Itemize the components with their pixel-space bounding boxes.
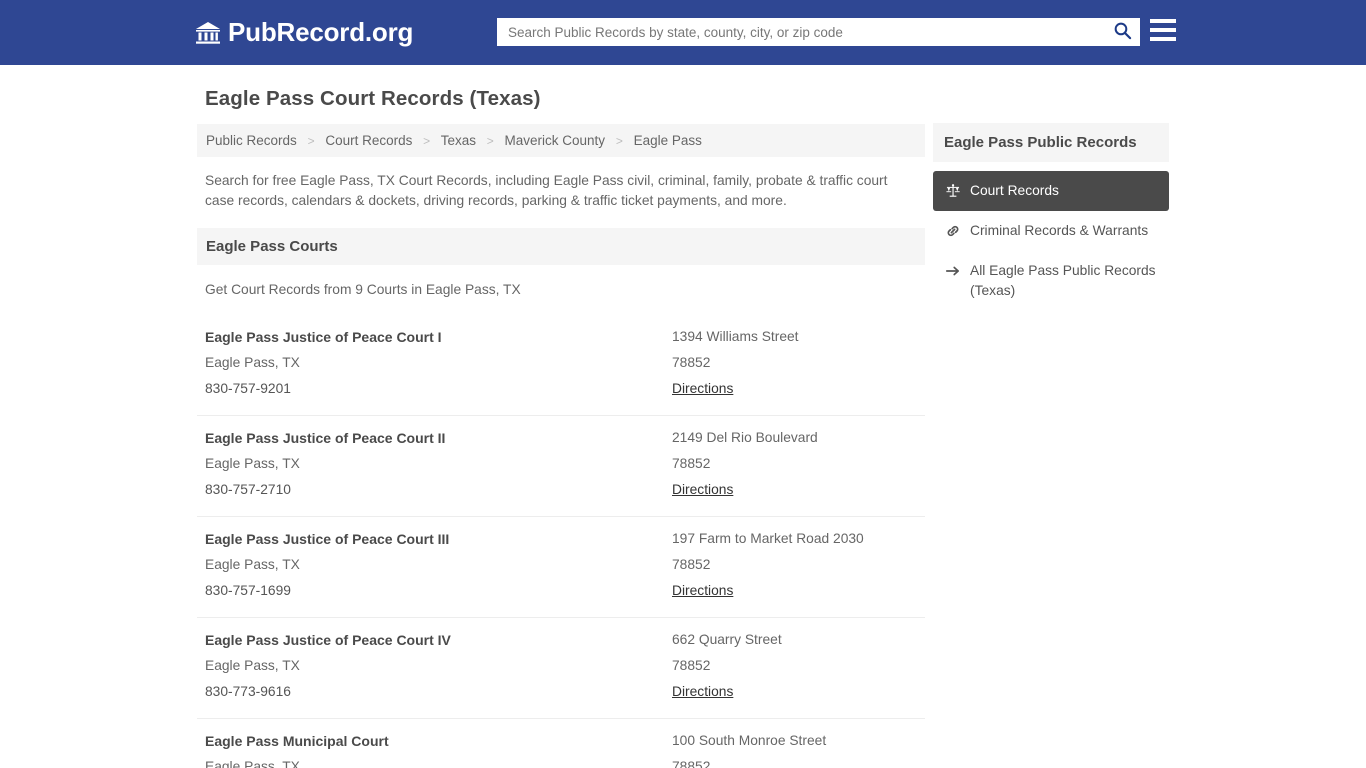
site-logo-text: PubRecord.org: [228, 17, 414, 47]
main-content: Eagle Pass Court Records (Texas) Public …: [197, 87, 925, 768]
court-info-column: Eagle Pass Municipal Court Eagle Pass, T…: [205, 728, 672, 768]
court-address: 197 Farm to Market Road 2030: [672, 531, 864, 546]
table-row: Eagle Pass Municipal Court Eagle Pass, T…: [197, 719, 925, 768]
search-button[interactable]: [1105, 19, 1139, 45]
arrow-right-icon: [944, 262, 961, 279]
hamburger-menu-icon[interactable]: [1150, 19, 1176, 41]
court-city: Eagle Pass, TX: [205, 658, 300, 673]
court-zip: 78852: [672, 355, 711, 370]
breadcrumb-item-texas[interactable]: Texas: [441, 133, 476, 148]
court-info-column: Eagle Pass Justice of Peace Court II Eag…: [205, 425, 672, 503]
sidebar: Eagle Pass Public Records Court Records …: [933, 123, 1169, 311]
breadcrumb-item-court-records[interactable]: Court Records: [325, 133, 412, 148]
court-address: 1394 Williams Street: [672, 329, 799, 344]
scales-of-justice-icon: [944, 182, 961, 199]
table-row: Eagle Pass Justice of Peace Court III Ea…: [197, 517, 925, 618]
table-row: Eagle Pass Justice of Peace Court I Eagl…: [197, 315, 925, 416]
court-zip: 78852: [672, 658, 711, 673]
breadcrumb-item-eagle-pass: Eagle Pass: [633, 133, 702, 148]
court-zip: 78852: [672, 759, 711, 768]
search-input[interactable]: [498, 19, 1105, 45]
sidebar-item-label: Court Records: [970, 183, 1059, 198]
court-info-column: Eagle Pass Justice of Peace Court IV Eag…: [205, 627, 672, 705]
court-name: Eagle Pass Justice of Peace Court III: [205, 531, 450, 547]
court-phone: 830-757-1699: [205, 583, 291, 598]
directions-link[interactable]: Directions: [672, 477, 733, 503]
court-info-column: Eagle Pass Justice of Peace Court III Ea…: [205, 526, 672, 604]
court-name: Eagle Pass Justice of Peace Court I: [205, 329, 442, 345]
court-name: Eagle Pass Justice of Peace Court IV: [205, 632, 451, 648]
court-address-column: 2149 Del Rio Boulevard 78852 Directions: [672, 425, 925, 503]
site-logo-link[interactable]: PubRecord.org: [195, 17, 413, 48]
table-row: Eagle Pass Justice of Peace Court II Eag…: [197, 416, 925, 517]
sidebar-item-all-public-records[interactable]: All Eagle Pass Public Records (Texas): [933, 251, 1169, 311]
sidebar-title: Eagle Pass Public Records: [933, 123, 1169, 162]
breadcrumb-separator: >: [307, 134, 315, 148]
court-name: Eagle Pass Justice of Peace Court II: [205, 430, 446, 446]
court-phone: 830-757-9201: [205, 381, 291, 396]
bank-icon: [195, 21, 221, 45]
sidebar-item-court-records[interactable]: Court Records: [933, 171, 1169, 211]
court-address-column: 662 Quarry Street 78852 Directions: [672, 627, 925, 705]
hamburger-bar: [1150, 37, 1176, 41]
chain-link-icon: [944, 222, 961, 239]
court-phone: 830-757-2710: [205, 482, 291, 497]
sidebar-item-criminal-records-warrants[interactable]: Criminal Records & Warrants: [933, 211, 1169, 251]
court-address-column: 100 South Monroe Street 78852 Directions: [672, 728, 925, 768]
court-address: 662 Quarry Street: [672, 632, 782, 647]
sidebar-list: Court Records Criminal Records & Warrant…: [933, 171, 1169, 311]
court-zip: 78852: [672, 456, 711, 471]
court-address-column: 1394 Williams Street 78852 Directions: [672, 324, 925, 402]
directions-link[interactable]: Directions: [672, 679, 733, 705]
directions-link[interactable]: Directions: [672, 376, 733, 402]
court-address: 100 South Monroe Street: [672, 733, 827, 748]
directions-link[interactable]: Directions: [672, 578, 733, 604]
page-title: Eagle Pass Court Records (Texas): [205, 87, 541, 110]
court-info-column: Eagle Pass Justice of Peace Court I Eagl…: [205, 324, 672, 402]
breadcrumb-separator: >: [615, 134, 623, 148]
breadcrumb: Public Records > Court Records > Texas >…: [197, 124, 925, 157]
court-address-column: 197 Farm to Market Road 2030 78852 Direc…: [672, 526, 925, 604]
sidebar-item-label: Criminal Records & Warrants: [970, 223, 1149, 238]
search-bar[interactable]: [497, 18, 1140, 46]
sidebar-item-label: All Eagle Pass Public Records (Texas): [970, 263, 1156, 298]
hamburger-bar: [1150, 28, 1176, 32]
court-city: Eagle Pass, TX: [205, 456, 300, 471]
breadcrumb-item-public-records[interactable]: Public Records: [206, 133, 297, 148]
breadcrumb-item-maverick-county[interactable]: Maverick County: [505, 133, 606, 148]
court-city: Eagle Pass, TX: [205, 759, 300, 768]
breadcrumb-separator: >: [486, 134, 494, 148]
court-list: Eagle Pass Justice of Peace Court I Eagl…: [197, 315, 925, 768]
search-icon: [1113, 21, 1132, 43]
court-city: Eagle Pass, TX: [205, 355, 300, 370]
court-phone: 830-773-9616: [205, 684, 291, 699]
hamburger-bar: [1150, 19, 1176, 23]
court-address: 2149 Del Rio Boulevard: [672, 430, 818, 445]
table-row: Eagle Pass Justice of Peace Court IV Eag…: [197, 618, 925, 719]
court-zip: 78852: [672, 557, 711, 572]
breadcrumb-separator: >: [423, 134, 431, 148]
section-subtitle: Get Court Records from 9 Courts in Eagle…: [205, 282, 521, 297]
court-name: Eagle Pass Municipal Court: [205, 733, 389, 749]
court-city: Eagle Pass, TX: [205, 557, 300, 572]
top-navigation-bar: PubRecord.org: [0, 0, 1366, 65]
page-description: Search for free Eagle Pass, TX Court Rec…: [205, 173, 888, 208]
section-header-eagle-pass-courts: Eagle Pass Courts: [197, 228, 925, 265]
